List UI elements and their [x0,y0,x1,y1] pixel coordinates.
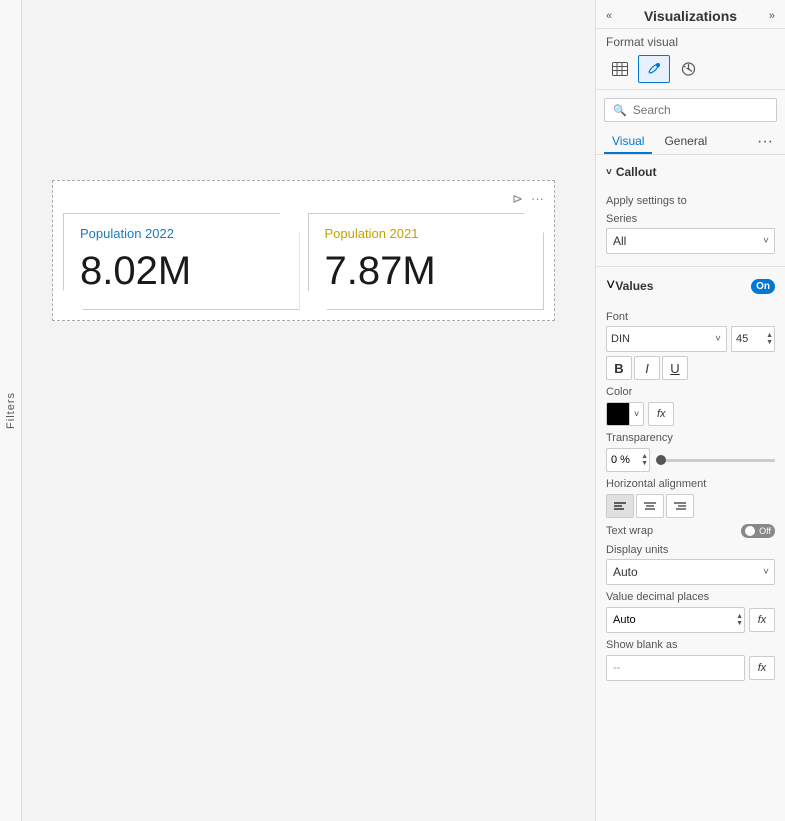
bold-button[interactable]: B [606,356,632,380]
search-input[interactable] [633,103,785,117]
text-wrap-label: Text wrap [606,525,653,537]
font-row: DIN Arial Segoe UI ˅ ▲ ▼ [606,326,775,352]
analytics-toolbar-btn[interactable] [672,55,704,83]
card1-title: Population 2022 [80,226,283,241]
display-units-label: Display units [606,544,775,556]
align-center-button[interactable] [636,494,664,518]
card-population-2021[interactable]: Population 2021 7.87M [308,213,545,310]
text-wrap-row: Text wrap Off [606,524,775,538]
value-decimal-row: ▲ ▼ fx [606,607,775,633]
display-units-select[interactable]: Auto None Thousands Millions Billions Tr… [606,559,775,585]
panel-title: Visualizations [644,8,737,24]
callout-label: Callout [616,165,657,179]
decimal-fx-button[interactable]: fx [749,608,775,632]
canvas-inner: ⊳ ··· Population 2022 8.02M Population 2… [22,0,595,821]
apply-settings-label: Apply settings to [606,195,775,207]
panel-content: ˅ Callout Apply settings to Series All ˅… [596,155,785,821]
divider-1 [596,266,785,267]
alignment-row [606,494,775,518]
color-swatch [607,403,629,425]
font-family-wrapper: DIN Arial Segoe UI ˅ [606,326,727,352]
transparency-down-icon[interactable]: ▼ [641,460,648,467]
show-blank-label: Show blank as [606,639,775,651]
card1-value: 8.02M [80,249,283,293]
show-blank-fx-button[interactable]: fx [749,656,775,680]
collapse-left-icon[interactable]: « [606,10,612,22]
callout-section-header[interactable]: ˅ Callout [596,159,785,185]
font-family-select[interactable]: DIN Arial Segoe UI [606,326,727,352]
text-wrap-toggle[interactable]: Off [741,524,775,538]
values-chevron-icon: ˅ [606,277,615,295]
callout-chevron-icon: ˅ [606,167,612,178]
color-fx-button[interactable]: fx [648,402,674,426]
series-dropdown-wrapper: All ˅ [606,228,775,254]
series-label: Series [606,213,775,225]
tab-more-btn[interactable]: ··· [753,131,777,153]
color-swatch-wrapper[interactable]: ˅ [606,402,644,426]
panel-header: « Visualizations » [596,0,785,29]
tab-bar: Visual General ··· [596,126,785,155]
value-decimal-input[interactable] [606,607,745,633]
color-row: ˅ fx [606,402,775,426]
callout-section-body: Apply settings to Series All ˅ [596,185,785,262]
tab-general[interactable]: General [656,130,715,154]
horizontal-alignment-label: Horizontal alignment [606,478,775,490]
canvas-area: Filters ⊳ ··· Population 2022 8.02M Popu… [0,0,595,821]
decimal-input-wrapper: ▲ ▼ [606,607,745,633]
value-decimal-label: Value decimal places [606,591,775,603]
text-wrap-value: Off [759,526,771,536]
font-size-up-icon[interactable]: ▲ [766,332,773,339]
grid-toolbar-btn[interactable] [604,55,636,83]
align-right-button[interactable] [666,494,694,518]
card2-title: Population 2021 [325,226,528,241]
transparency-slider-thumb[interactable] [656,455,666,465]
align-left-button[interactable] [606,494,634,518]
cards-row: Population 2022 8.02M Population 2021 7.… [63,213,544,310]
font-size-wrapper: ▲ ▼ [731,326,775,352]
card2-value: 7.87M [325,249,528,293]
tab-visual[interactable]: Visual [604,130,652,154]
color-dropdown-btn[interactable]: ˅ [629,403,643,425]
values-section-body: Font DIN Arial Segoe UI ˅ ▲ ▼ [596,301,785,689]
show-blank-input[interactable] [606,655,745,681]
font-size-down-icon[interactable]: ▼ [766,339,773,346]
search-icon: 🔍 [613,104,627,117]
text-wrap-knob [745,526,755,536]
decimal-up-icon[interactable]: ▲ [736,613,743,620]
card-population-2022[interactable]: Population 2022 8.02M [63,213,300,310]
transparency-row: ▲ ▼ [606,448,775,472]
blank-input-wrapper [606,655,745,681]
transparency-up-icon[interactable]: ▲ [641,453,648,460]
filters-sidebar[interactable]: Filters [0,0,22,821]
right-panel: « Visualizations » Format visual [595,0,785,821]
transparency-spinner: ▲ ▼ [641,448,648,472]
search-bar[interactable]: 🔍 [604,98,777,122]
color-label: Color [606,386,775,398]
visual-header: ⊳ ··· [63,191,544,207]
transparency-slider-track[interactable] [656,459,775,462]
transparency-label: Transparency [606,432,775,444]
format-visual-label: Format visual [596,29,785,53]
values-label: Values [615,279,751,293]
display-units-wrapper: Auto None Thousands Millions Billions Tr… [606,559,775,585]
brush-toolbar-btn[interactable] [638,55,670,83]
show-blank-row: fx [606,655,775,681]
decimal-spinner: ▲ ▼ [736,607,743,633]
ellipsis-icon[interactable]: ··· [531,191,544,207]
visual-container: ⊳ ··· Population 2022 8.02M Population 2… [52,180,555,321]
font-label: Font [606,311,775,323]
toolbar-icons [596,53,785,90]
filters-label: Filters [5,392,17,429]
font-size-spinner: ▲ ▼ [766,326,773,352]
filter-icon[interactable]: ⊳ [512,191,523,207]
values-section-header[interactable]: ˅ Values On [596,271,785,301]
values-toggle[interactable]: On [751,279,775,294]
font-style-row: B I U [606,356,775,380]
italic-button[interactable]: I [634,356,660,380]
decimal-down-icon[interactable]: ▼ [736,620,743,627]
transparency-input-wrapper: ▲ ▼ [606,448,650,472]
series-dropdown[interactable]: All [606,228,775,254]
expand-right-icon[interactable]: » [769,10,775,22]
underline-button[interactable]: U [662,356,688,380]
